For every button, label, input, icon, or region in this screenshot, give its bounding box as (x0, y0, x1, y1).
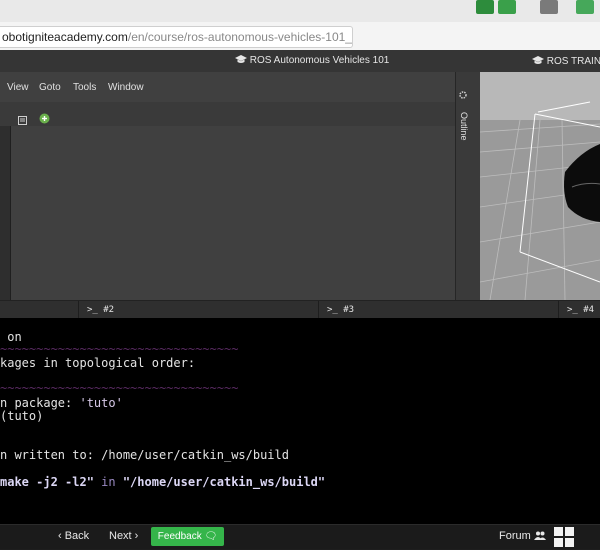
grid-menu-icon[interactable] (554, 527, 574, 547)
terminal-separator: ~~~~~~~~~~~~~~~~~~~~~~~~~~~~~~~~~ (0, 381, 239, 395)
ide-toolbar (0, 102, 455, 126)
users-icon (533, 530, 546, 542)
url-host: obotigniteacademy.com (2, 30, 128, 44)
tab-terminal-3[interactable]: >_ #3 (318, 301, 558, 319)
terminal-path: "/home/user/catkin_ws/build" (122, 475, 326, 489)
menu-goto[interactable]: Goto (39, 82, 61, 93)
tab-terminal-4[interactable]: >_ #4 (558, 301, 600, 319)
ros-training-link[interactable]: ROS TRAINING (532, 56, 600, 67)
simulation-viewport[interactable] (480, 72, 600, 300)
feedback-label: Feedback 🗨 (157, 531, 218, 542)
window-indicator (540, 0, 558, 14)
course-title: ROS Autonomous Vehicles 101 (235, 55, 389, 66)
terminal-output[interactable]: on ~~~~~~~~~~~~~~~~~~~~~~~~~~~~~~~~~ kag… (0, 318, 600, 524)
bottom-nav-bar: ‹ Back Next › Feedback 🗨 Forum (0, 524, 600, 549)
terminal-separator: ~~~~~~~~~~~~~~~~~~~~~~~~~~~~~~~~~ (0, 342, 239, 356)
ide-menubar: View Goto Tools Window (0, 72, 455, 102)
menu-window[interactable]: Window (108, 82, 144, 93)
back-button[interactable]: ‹ Back (58, 530, 89, 542)
terminal-keyword: in (93, 475, 123, 489)
browser-top-strip (0, 0, 600, 22)
outline-tab[interactable]: Outline (459, 112, 469, 141)
forum-label: Forum (499, 530, 531, 542)
address-bar: obotigniteacademy.com/en/course/ros-auto… (0, 22, 600, 51)
ide-editor-area[interactable] (11, 126, 455, 300)
window-indicator (576, 0, 594, 14)
window-indicator (498, 0, 516, 14)
terminal-line: (tuto) (0, 409, 44, 423)
menu-view[interactable]: View (7, 82, 29, 93)
terminal-line: make -j2 -l2" in "/home/user/catkin_ws/b… (0, 475, 325, 489)
course-title-text: ROS Autonomous Vehicles 101 (249, 55, 390, 66)
url-input[interactable]: obotigniteacademy.com/en/course/ros-auto… (0, 26, 353, 48)
url-path: /en/course/ros-autonomous-vehicles-101_7… (127, 30, 353, 44)
graduation-cap-icon (532, 56, 547, 67)
ide-panel: View Goto Tools Window (0, 72, 455, 300)
menu-tools[interactable]: Tools (73, 82, 96, 93)
terminal-line: n package: 'tuto' (0, 396, 123, 410)
terminal-text: n package: (0, 396, 80, 410)
ros-training-label: ROS TRAINING (546, 56, 600, 67)
terminal-line: n written to: /home/user/catkin_ws/build (0, 448, 289, 462)
terminal-command: make -j2 -l2" (0, 475, 94, 489)
next-button[interactable]: Next › (109, 530, 138, 542)
terminal-package-name: 'tuto' (79, 396, 123, 410)
window-indicator (476, 0, 494, 14)
ide-side-gutter (0, 126, 11, 300)
graduation-cap-icon (235, 55, 250, 66)
terminal-line: kages in topological order: (0, 356, 196, 370)
settings-gear-icon[interactable] (459, 84, 467, 103)
tab-terminal-2[interactable]: >_ #2 (78, 301, 318, 319)
terminal-tabs: >_ #2 >_ #3 >_ #4 (0, 300, 600, 319)
forum-button[interactable]: Forum (499, 530, 546, 542)
feedback-button[interactable]: Feedback 🗨 (151, 527, 224, 546)
outline-panel: Outline (455, 72, 481, 300)
course-titlebar: ROS Autonomous Vehicles 101 ROS TRAINING (0, 50, 600, 72)
